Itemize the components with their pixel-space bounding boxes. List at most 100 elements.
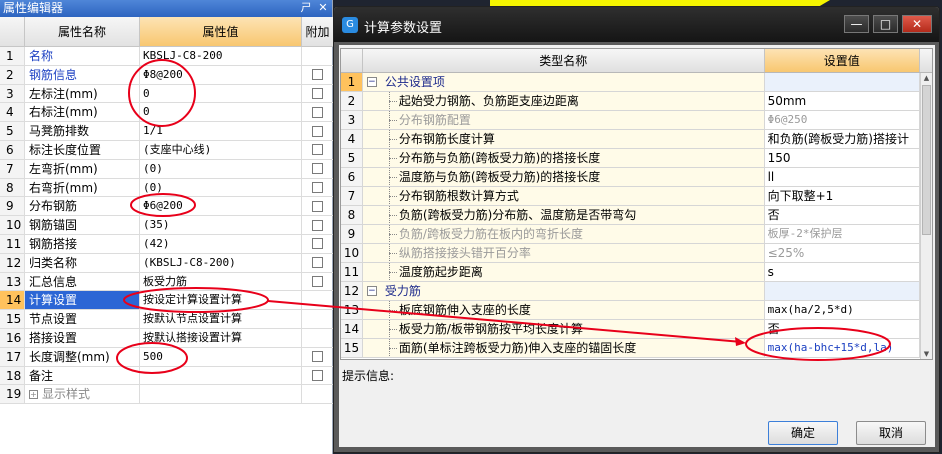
ok-button[interactable]: 确定: [768, 421, 838, 445]
pin-icon[interactable]: ㄕ: [299, 1, 313, 15]
property-row[interactable]: 13 汇总信息 板受力筋: [0, 272, 333, 292]
property-row[interactable]: 6 标注长度位置 (支座中心线): [0, 140, 333, 160]
settings-value[interactable]: ll: [765, 168, 921, 186]
add-checkbox[interactable]: [312, 125, 323, 137]
settings-value[interactable]: 向下取整+1: [765, 187, 921, 205]
property-row[interactable]: 15 节点设置 按默认节点设置计算: [0, 310, 333, 329]
settings-row[interactable]: 15 面筋(单标注跨板受力筋)伸入支座的锚固长度 max(ha-bhc+15*d,l…: [341, 339, 932, 358]
scroll-up-icon[interactable]: ▲: [921, 73, 932, 84]
property-row[interactable]: 2 钢筋信息 Φ8@200: [0, 65, 333, 85]
add-checkbox[interactable]: [312, 219, 323, 231]
property-value[interactable]: (支座中心线): [140, 140, 302, 159]
collapse-icon[interactable]: −: [366, 77, 377, 87]
settings-row[interactable]: 5 分布筋与负筋(跨板受力筋)的搭接长度 150: [341, 149, 932, 168]
collapse-icon[interactable]: −: [366, 286, 377, 296]
property-value[interactable]: KBSLJ-C8-200: [140, 47, 302, 65]
property-row[interactable]: 1 名称 KBSLJ-C8-200: [0, 47, 333, 66]
settings-row[interactable]: 3 分布钢筋配置 Φ6@250: [341, 111, 932, 130]
add-checkbox[interactable]: [312, 144, 323, 156]
tree-branch: [388, 234, 397, 235]
property-row[interactable]: 10 钢筋锚固 (35): [0, 216, 333, 235]
add-checkbox[interactable]: [312, 87, 323, 99]
add-checkbox[interactable]: [312, 351, 323, 363]
minimize-button[interactable]: —: [844, 15, 869, 33]
add-checkbox[interactable]: [312, 69, 323, 81]
property-row[interactable]: 17 长度调整(mm) 500: [0, 347, 333, 367]
settings-row[interactable]: 7 分布钢筋根数计算方式 向下取整+1: [341, 187, 932, 206]
add-checkbox[interactable]: [312, 106, 323, 118]
settings-row[interactable]: 13 板底钢筋伸入支座的长度 max(ha/2,5*d): [341, 301, 932, 320]
property-value[interactable]: (0): [140, 178, 302, 197]
settings-value: [764, 282, 921, 300]
property-row[interactable]: 5 马凳筋排数 1/1: [0, 122, 333, 141]
settings-value[interactable]: max(ha/2,5*d): [765, 301, 921, 319]
property-value[interactable]: Φ8@200: [140, 65, 302, 84]
settings-section-row[interactable]: 1− 公共设置项: [341, 73, 932, 92]
settings-value[interactable]: 150: [765, 149, 921, 167]
maximize-button[interactable]: □: [873, 15, 898, 33]
property-row-number: 5: [0, 122, 25, 140]
settings-value[interactable]: 否: [765, 320, 921, 338]
property-row[interactable]: 4 右标注(mm) 0: [0, 103, 333, 123]
add-checkbox[interactable]: [312, 369, 323, 381]
settings-row[interactable]: 4 分布钢筋长度计算 和负筋(跨板受力筋)搭接计: [341, 130, 932, 149]
close-icon[interactable]: ✕: [316, 1, 330, 15]
settings-value[interactable]: max(ha-bhc+15*d,la): [765, 339, 921, 357]
property-row[interactable]: 3 左标注(mm) 0: [0, 84, 333, 104]
property-value[interactable]: Φ6@200: [140, 197, 302, 216]
settings-row[interactable]: 10 纵筋搭接接头错开百分率 ≤25%: [341, 244, 932, 263]
scroll-down-icon[interactable]: ▼: [921, 349, 932, 359]
scroll-thumb[interactable]: [922, 85, 931, 235]
settings-row[interactable]: 2 起始受力钢筋、负筋距支座边距离 50mm: [341, 92, 932, 111]
property-row[interactable]: 11 钢筋搭接 (42): [0, 234, 333, 254]
property-value[interactable]: 板受力筋: [140, 272, 302, 291]
property-value[interactable]: [140, 385, 302, 404]
property-value[interactable]: [140, 366, 302, 385]
property-value[interactable]: 按默认节点设置计算: [140, 310, 302, 328]
add-checkbox[interactable]: [312, 163, 323, 175]
property-row[interactable]: 16 搭接设置 按默认搭接设置计算: [0, 328, 333, 348]
property-value[interactable]: (0): [140, 159, 302, 178]
expand-icon[interactable]: +: [29, 390, 38, 400]
property-row[interactable]: 18 备注: [0, 366, 333, 386]
property-value[interactable]: 0: [140, 84, 302, 103]
property-name-text: 备注: [29, 368, 54, 383]
property-value[interactable]: (42): [140, 234, 302, 253]
settings-value[interactable]: s: [765, 263, 921, 281]
settings-value[interactable]: 50mm: [765, 92, 921, 110]
settings-value[interactable]: ≤25%: [765, 244, 921, 262]
property-row[interactable]: 14 计算设置 按设定计算设置计算: [0, 291, 333, 311]
settings-row[interactable]: 11 温度筋起步距离 s: [341, 263, 932, 282]
settings-value[interactable]: Φ6@250: [765, 111, 921, 129]
property-value[interactable]: 500: [140, 347, 302, 366]
add-checkbox[interactable]: [312, 238, 323, 250]
property-add-cell: [302, 216, 333, 234]
close-button[interactable]: ✕: [902, 15, 932, 33]
grid-scrollbar[interactable]: ▲ ▼: [920, 73, 932, 359]
settings-row[interactable]: 9 负筋/跨板受力筋在板内的弯折长度 板厚-2*保护层: [341, 225, 932, 244]
settings-section-row[interactable]: 12− 受力筋: [341, 282, 932, 301]
property-value[interactable]: 按默认搭接设置计算: [140, 328, 302, 347]
property-value[interactable]: 按设定计算设置计算: [140, 291, 302, 310]
settings-value[interactable]: 否: [765, 206, 921, 224]
property-value[interactable]: 0: [140, 103, 302, 122]
settings-grid: 类型名称 设置值 1− 公共设置项 2 起始受力钢筋、负筋距支座边距离 50mm 3 分布钢…: [340, 48, 933, 360]
property-value[interactable]: 1/1: [140, 122, 302, 140]
add-checkbox[interactable]: [312, 257, 323, 269]
property-value[interactable]: (KBSLJ-C8-200): [140, 253, 302, 272]
settings-value[interactable]: 和负筋(跨板受力筋)搭接计: [765, 130, 921, 148]
property-value[interactable]: (35): [140, 216, 302, 234]
add-checkbox[interactable]: [312, 181, 323, 193]
property-row[interactable]: 19 + 显示样式: [0, 385, 333, 405]
add-checkbox[interactable]: [312, 275, 323, 287]
add-checkbox[interactable]: [312, 200, 323, 212]
settings-row[interactable]: 8 负筋(跨板受力筋)分布筋、温度筋是否带弯勾 否: [341, 206, 932, 225]
settings-value[interactable]: 板厚-2*保护层: [765, 225, 921, 243]
property-row[interactable]: 7 左弯折(mm) (0): [0, 159, 333, 179]
cancel-button[interactable]: 取消: [856, 421, 926, 445]
property-row[interactable]: 12 归类名称 (KBSLJ-C8-200): [0, 253, 333, 273]
settings-row[interactable]: 14 板受力筋/板带钢筋按平均长度计算 否: [341, 320, 932, 339]
settings-row[interactable]: 6 温度筋与负筋(跨板受力筋)的搭接长度 ll: [341, 168, 932, 187]
property-row[interactable]: 9 分布钢筋 Φ6@200: [0, 197, 333, 217]
property-row[interactable]: 8 右弯折(mm) (0): [0, 178, 333, 198]
